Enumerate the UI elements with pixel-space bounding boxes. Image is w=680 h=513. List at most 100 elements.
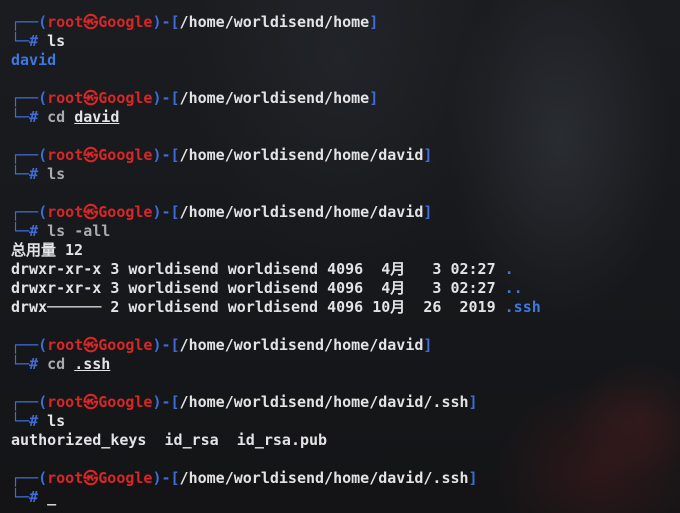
prompt-separator: )-[ [152,13,180,31]
prompt-user: root [47,146,84,164]
skull-icon: ㉿ [83,336,99,354]
prompt-frame: ┌──( [11,393,48,411]
prompt-separator: )-[ [152,89,180,107]
text-cursor[interactable]: _ [47,488,56,506]
prompt-close: ] [423,146,433,164]
prompt-frame: ┌──( [11,336,48,354]
listing-name: . [504,260,514,278]
prompt-hash: # [29,488,39,506]
prompt-close: ] [468,469,478,487]
prompt-path: /home/worldisend/home/david [179,146,424,164]
prompt-frame-bottom: └─ [11,355,30,373]
prompt-user: root [47,89,84,107]
command-text: ls [47,165,66,183]
prompt-user: root [47,393,84,411]
prompt-host: Google [98,393,153,411]
total-size: 总用量 12 [11,241,84,259]
command-input-line[interactable]: └─# _ [11,488,676,507]
prompt-frame: ┌──( [11,146,48,164]
listing-name: .. [504,279,523,297]
skull-icon: ㉿ [83,393,99,411]
skull-icon: ㉿ [83,13,99,31]
prompt-line-3: ┌──(root㉿Google)-[/home/worldisend/home/… [11,146,676,165]
prompt-host: Google [98,203,153,221]
prompt-host: Google [98,13,153,31]
skull-icon: ㉿ [83,89,99,107]
command-text: ls -all [47,222,111,240]
prompt-hash: # [29,108,39,126]
prompt-frame-bottom: └─ [11,108,30,126]
prompt-frame-bottom: └─ [11,165,30,183]
skull-icon: ㉿ [83,203,99,221]
prompt-path: /home/worldisend/home/david/.ssh [179,469,469,487]
prompt-close: ] [468,393,478,411]
prompt-close: ] [423,203,433,221]
listing-row: drwx────── 2 worldisend worldisend 4096 … [11,298,676,317]
prompt-separator: )-[ [152,336,180,354]
prompt-separator: )-[ [152,469,180,487]
prompt-path: /home/worldisend/home/david [179,203,424,221]
output-total: 总用量 12 [11,241,676,260]
prompt-line-1: ┌──(root㉿Google)-[/home/worldisend/home] [11,13,676,32]
command-argument: david [74,108,120,126]
listing-name: .ssh [504,298,541,316]
prompt-line-6: ┌──(root㉿Google)-[/home/worldisend/home/… [11,393,676,412]
prompt-hash: # [29,222,39,240]
prompt-frame: ┌──( [11,13,48,31]
listing-meta: drwx────── 2 worldisend worldisend 4096 … [11,298,505,316]
prompt-frame-bottom: └─ [11,412,30,430]
prompt-line-2: ┌──(root㉿Google)-[/home/worldisend/home] [11,89,676,108]
prompt-line-4: ┌──(root㉿Google)-[/home/worldisend/home/… [11,203,676,222]
command-argument: .ssh [74,355,111,373]
command-line-2: └─# cd david [11,108,676,127]
prompt-line-5: ┌──(root㉿Google)-[/home/worldisend/home/… [11,336,676,355]
prompt-line-7: ┌──(root㉿Google)-[/home/worldisend/home/… [11,469,676,488]
prompt-path: /home/worldisend/home/david/.ssh [179,393,469,411]
skull-icon: ㉿ [83,146,99,164]
prompt-separator: )-[ [152,393,180,411]
listing-meta: drwxr-xr-x 3 worldisend worldisend 4096 … [11,279,505,297]
command-text: ls [47,32,66,50]
prompt-frame-bottom: └─ [11,32,30,50]
prompt-path: /home/worldisend/home/david [179,336,424,354]
listing-row: drwxr-xr-x 3 worldisend worldisend 4096 … [11,260,676,279]
ssh-file-list: authorized_keys id_rsa id_rsa.pub [11,431,328,449]
prompt-hash: # [29,32,39,50]
prompt-path: /home/worldisend/home [179,13,370,31]
prompt-frame: ┌──( [11,89,48,107]
prompt-user: root [47,13,84,31]
listing-row: drwxr-xr-x 3 worldisend worldisend 4096 … [11,279,676,298]
prompt-separator: )-[ [152,203,180,221]
prompt-frame-bottom: └─ [11,222,30,240]
command-text: cd [47,108,75,126]
prompt-frame-bottom: └─ [11,488,30,506]
prompt-host: Google [98,469,153,487]
prompt-hash: # [29,355,39,373]
prompt-separator: )-[ [152,146,180,164]
terminal-output[interactable]: ┌──(root㉿Google)-[/home/worldisend/home]… [11,13,676,507]
prompt-user: root [47,469,84,487]
command-line-3: └─# ls [11,165,676,184]
prompt-hash: # [29,165,39,183]
output-line: david [11,51,676,70]
command-line-4: └─# ls -all [11,222,676,241]
command-line-6: └─# ls [11,412,676,431]
prompt-path: /home/worldisend/home [179,89,370,107]
prompt-host: Google [98,89,153,107]
listing-meta: drwxr-xr-x 3 worldisend worldisend 4096 … [11,260,505,278]
prompt-frame: ┌──( [11,203,48,221]
prompt-close: ] [369,13,379,31]
command-text: cd [47,355,75,373]
prompt-close: ] [423,336,433,354]
command-line-1: └─# ls [11,32,676,51]
command-text: ls [47,412,66,430]
prompt-host: Google [98,336,153,354]
output-line: authorized_keys id_rsa id_rsa.pub [11,431,676,450]
skull-icon: ㉿ [83,469,99,487]
